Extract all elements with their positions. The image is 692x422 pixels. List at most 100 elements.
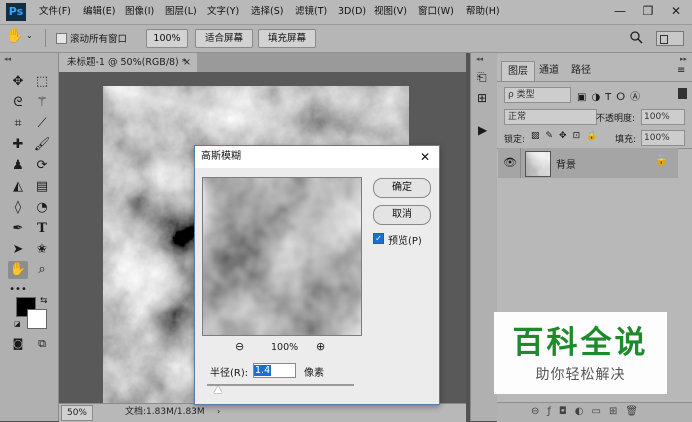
lasso-tool-icon[interactable]: ᘓ xyxy=(8,94,28,112)
collapse-icon[interactable]: ◂◂ xyxy=(4,55,11,63)
preview-checkbox[interactable]: ✓ xyxy=(373,233,384,244)
panel-menu-icon[interactable]: ≡ xyxy=(677,65,685,76)
eraser-tool-icon[interactable]: ◭ xyxy=(8,178,28,196)
cancel-button[interactable]: 取消 xyxy=(373,205,431,225)
brush-tool-icon[interactable]: 🖌 xyxy=(32,136,52,154)
tools-panel: ◂◂ ✥ ⬚ ᘓ ⚚ ⌗ ⟋ ✚ 🖌 ♟ ⟳ ◭ ▤ ◊ ◔ ✒ T ➤ ✬ ✋… xyxy=(0,53,59,421)
dodge-tool-icon[interactable]: ◔ xyxy=(32,199,52,217)
preview-label: 预览(P) xyxy=(388,236,422,247)
crop-tool-icon[interactable]: ⌗ xyxy=(8,115,28,133)
lock-icon: 🔒 xyxy=(655,155,668,166)
radius-input[interactable]: 1.4 xyxy=(253,363,296,378)
eyedropper-icon[interactable]: ⟋ xyxy=(32,115,52,133)
workspace-switcher[interactable] xyxy=(656,31,684,46)
menu-help[interactable]: 帮助(H) xyxy=(466,0,500,24)
dialog-title: 高斯模糊 xyxy=(201,151,241,162)
clone-stamp-icon[interactable]: ♟ xyxy=(8,157,28,175)
pen-tool-icon[interactable]: ✒ xyxy=(8,220,28,238)
layer-filter-icons[interactable]: ▣◑TⵔⒶ xyxy=(577,88,645,103)
path-select-icon[interactable]: ➤ xyxy=(8,241,28,259)
menu-window[interactable]: 窗口(W) xyxy=(418,0,454,24)
hand-tool-selected-icon[interactable]: ✋ xyxy=(8,261,28,279)
menu-edit[interactable]: 编辑(E) xyxy=(83,0,115,24)
magic-wand-icon[interactable]: ⚚ xyxy=(32,94,52,112)
menu-filter[interactable]: 滤镜(T) xyxy=(295,0,327,24)
blur-preview-image xyxy=(203,178,361,335)
blur-preview[interactable] xyxy=(202,177,362,336)
fill-label: 填充: xyxy=(615,135,637,145)
ok-button[interactable]: 确定 xyxy=(373,178,431,198)
custom-shape-icon[interactable]: ✬ xyxy=(32,241,52,259)
layers-bottom-bar: ⊖ƒ◘◐▭⊞🗑 xyxy=(497,402,692,422)
history-brush-icon[interactable]: ⟳ xyxy=(32,157,52,175)
menu-3d[interactable]: 3D(D) xyxy=(338,0,366,24)
layer-name[interactable]: 背景 xyxy=(556,156,576,171)
opacity-input[interactable]: 100% xyxy=(641,109,685,125)
collapse-icon[interactable]: ▸▸ xyxy=(680,55,687,63)
background-color-swatch[interactable] xyxy=(27,309,47,329)
dialog-close-icon[interactable]: ✕ xyxy=(420,146,430,168)
radius-label: 半径(R): xyxy=(210,368,249,379)
fill-input[interactable]: 100% xyxy=(641,130,685,146)
move-tool-icon[interactable]: ✥ xyxy=(8,73,28,91)
photoshop-logo: Ps xyxy=(6,3,26,21)
filter-kind-select[interactable]: ρ 类型 xyxy=(504,87,571,103)
menu-bar: Ps 文件(F) 编辑(E) 图像(I) 图层(L) 文字(Y) 选择(S) 滤… xyxy=(0,0,692,25)
healing-brush-icon[interactable]: ✚ xyxy=(8,136,28,154)
layer-thumbnail xyxy=(525,151,551,177)
search-icon[interactable] xyxy=(630,31,643,44)
close-window-button[interactable]: ✕ xyxy=(662,0,690,24)
gaussian-blur-dialog: 高斯模糊 ✕ 确定 取消 ✓ 预览(P) ⊖ 100% ⊕ 半径(R): 1.4… xyxy=(194,145,440,405)
status-menu-icon[interactable]: › xyxy=(217,404,220,420)
layer-actions-icons[interactable]: ⊖ƒ◘◐▭⊞🗑 xyxy=(531,406,646,417)
zoom-tool-icon[interactable]: ⌕ xyxy=(32,261,52,279)
quick-mask-icon[interactable]: ◙ xyxy=(8,335,28,353)
lock-icons[interactable]: ▨✎✥⊡🔒 xyxy=(531,131,603,141)
tab-paths[interactable]: 路径 xyxy=(565,61,597,81)
collapse-icon[interactable]: ◂◂ xyxy=(476,55,483,63)
dialog-title-bar: 高斯模糊 ✕ xyxy=(195,146,439,168)
blur-tool-icon[interactable]: ◊ xyxy=(8,199,28,217)
layer-thumbnail-image xyxy=(526,152,550,176)
marquee-tool-icon[interactable]: ⬚ xyxy=(32,73,52,91)
zoom-in-icon[interactable]: ⊕ xyxy=(316,340,325,353)
radius-slider-handle[interactable] xyxy=(214,386,222,393)
history-panel-icon[interactable]: ⎗ xyxy=(477,70,487,85)
menu-type[interactable]: 文字(Y) xyxy=(207,0,239,24)
document-tab[interactable]: 未标题-1 @ 50%(RGB/8) * × xyxy=(59,53,197,72)
menu-layer[interactable]: 图层(L) xyxy=(165,0,197,24)
tab-layers[interactable]: 图层 xyxy=(501,61,535,82)
gradient-tool-icon[interactable]: ▤ xyxy=(32,178,52,196)
fit-screen-button[interactable]: 适合屏幕 xyxy=(195,29,253,48)
properties-panel-icon[interactable]: ⊞ xyxy=(477,91,487,105)
screen-mode-icon[interactable]: ⧉ xyxy=(32,335,52,353)
eye-icon[interactable]: 👁 xyxy=(503,156,517,169)
zoom-out-icon[interactable]: ⊖ xyxy=(235,340,244,353)
scroll-all-checkbox[interactable] xyxy=(56,33,67,44)
preview-zoom-value: 100% xyxy=(271,342,299,353)
workspace-icon xyxy=(660,35,668,44)
hand-tool-icon[interactable]: ✋ xyxy=(6,28,23,44)
restore-button[interactable]: ❐ xyxy=(634,0,662,24)
status-zoom[interactable]: 50% xyxy=(61,405,93,421)
watermark-title: 百科全说 xyxy=(512,325,649,361)
filter-toggle-icon[interactable] xyxy=(678,88,687,99)
actions-play-icon[interactable]: ▶ xyxy=(478,123,487,137)
layer-row[interactable]: 👁 背景 🔒 xyxy=(498,148,678,178)
blend-mode-select[interactable]: 正常 xyxy=(504,109,597,125)
menu-view[interactable]: 视图(V) xyxy=(374,0,407,24)
menu-file[interactable]: 文件(F) xyxy=(39,0,71,24)
tab-channels[interactable]: 通道 xyxy=(533,61,565,81)
fill-screen-button[interactable]: 填充屏幕 xyxy=(258,29,316,48)
menu-image[interactable]: 图像(I) xyxy=(125,0,154,24)
zoom-100-button[interactable]: 100% xyxy=(146,29,188,48)
divider xyxy=(45,29,46,47)
minimize-button[interactable]: — xyxy=(606,0,634,24)
default-colors-icon[interactable]: ◪ xyxy=(14,320,21,328)
swap-colors-icon[interactable]: ⇆ xyxy=(40,296,48,306)
radius-slider-track[interactable] xyxy=(207,384,354,386)
document-tab-close-icon[interactable]: × xyxy=(183,53,191,72)
menu-select[interactable]: 选择(S) xyxy=(251,0,283,24)
type-tool-icon[interactable]: T xyxy=(32,220,52,238)
chevron-down-icon[interactable]: ⌄ xyxy=(26,31,33,40)
